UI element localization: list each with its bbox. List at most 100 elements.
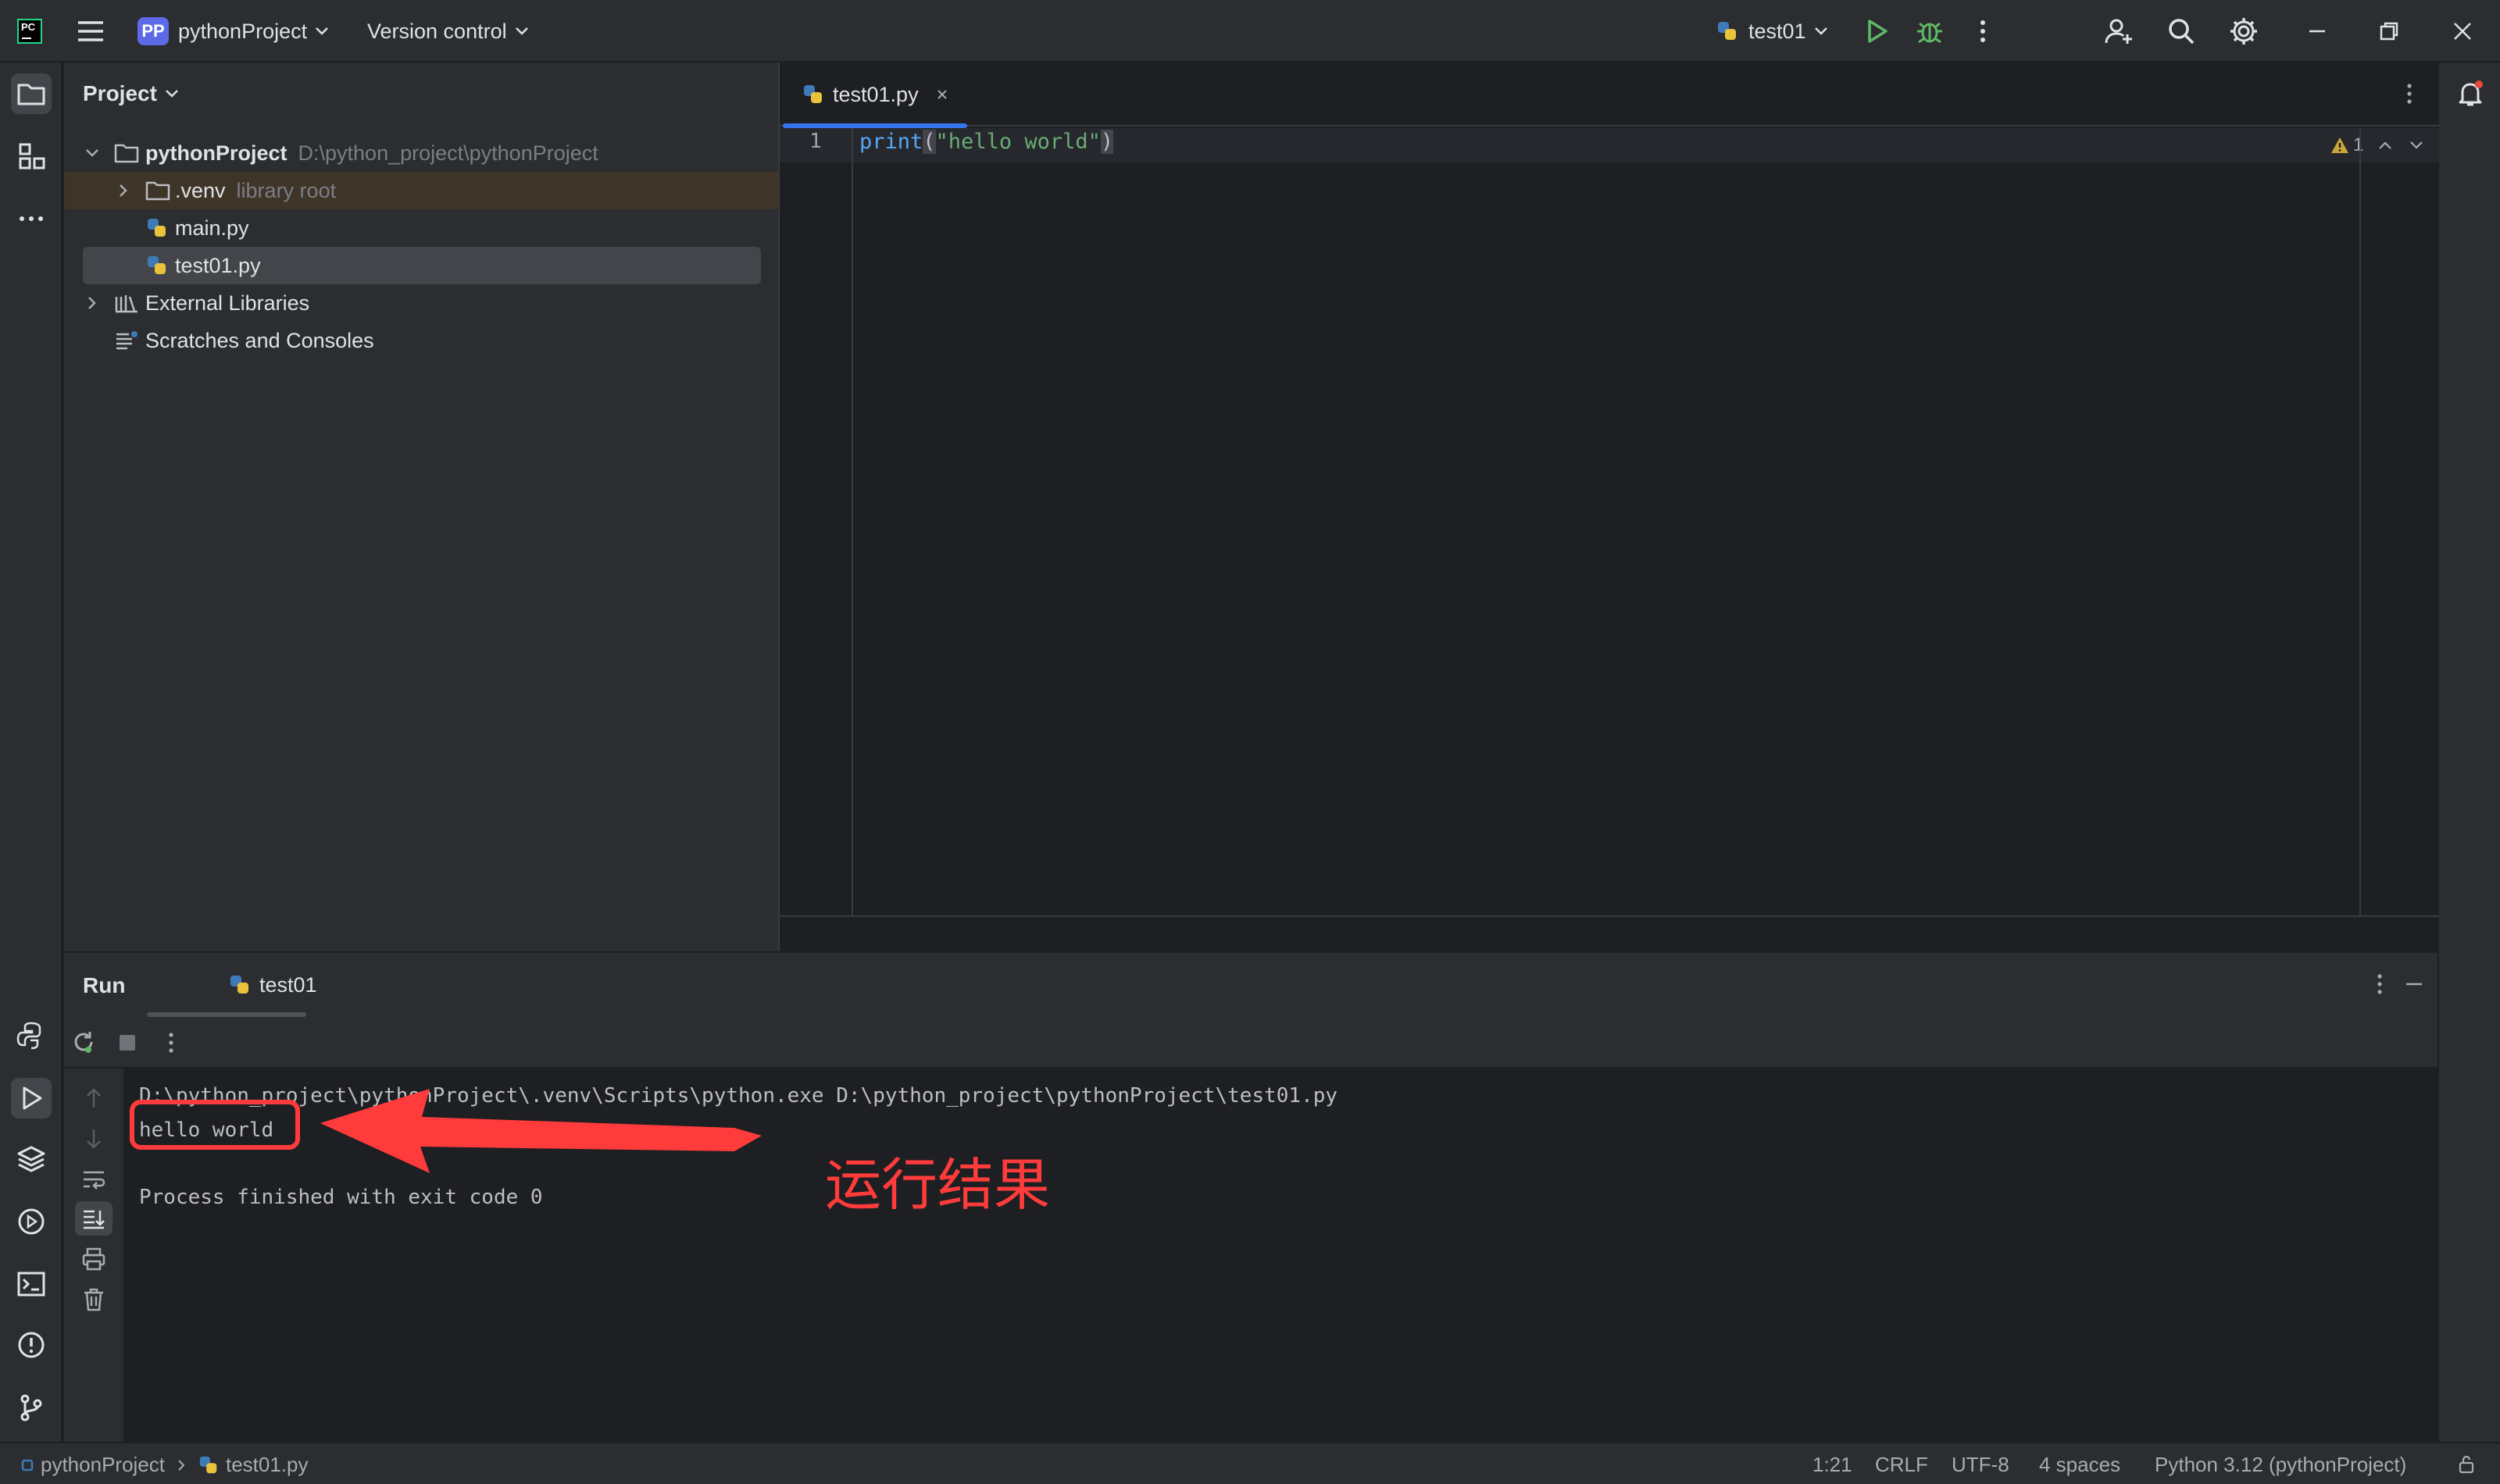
chevron-down-icon: [86, 149, 98, 157]
soft-wrap-button[interactable]: [80, 1165, 108, 1193]
rerun-icon: [74, 1032, 93, 1053]
scroll-up-button[interactable]: [80, 1084, 108, 1112]
restore-button[interactable]: [2373, 16, 2405, 47]
more-actions-button[interactable]: [1967, 16, 1998, 47]
line-number: 1: [809, 130, 822, 153]
project-switcher[interactable]: PP pythonProject: [138, 17, 329, 45]
print-button[interactable]: [80, 1245, 108, 1273]
settings-button[interactable]: [2228, 16, 2259, 47]
breadcrumb-project[interactable]: pythonProject: [41, 1453, 165, 1477]
run-more-button[interactable]: [156, 1028, 186, 1058]
services-icon: [18, 1208, 45, 1235]
version-control-menu[interactable]: Version control: [367, 17, 529, 45]
search-icon: [2169, 19, 2195, 45]
more-vertical-icon: [2407, 84, 2412, 104]
project-tool-button[interactable]: [11, 73, 52, 114]
rerun-button[interactable]: [69, 1028, 98, 1058]
bug-icon: [1917, 22, 1942, 44]
line-separator[interactable]: CRLF: [1875, 1453, 1928, 1477]
minimize-icon: [2406, 983, 2422, 986]
restore-icon: [2380, 22, 2398, 41]
run-options-button[interactable]: [2366, 970, 2394, 998]
git-branch-icon: [20, 1394, 42, 1422]
stop-button[interactable]: [112, 1028, 142, 1058]
structure-tool-button[interactable]: [11, 136, 52, 177]
python-interpreter[interactable]: Python 3.12 (pythonProject): [2155, 1453, 2406, 1477]
arrow-down-icon: [87, 1129, 101, 1149]
editor-area[interactable]: test01.py 1 print("hello world") 1: [778, 62, 2439, 951]
run-tool-button[interactable]: [11, 1078, 52, 1118]
python-file-icon: [199, 1456, 217, 1473]
add-user-icon: [2105, 19, 2132, 44]
code-with-me-button[interactable]: [2103, 16, 2134, 47]
tree-item-test01-py[interactable]: test01.py: [83, 247, 761, 284]
notifications-button[interactable]: [2450, 73, 2491, 114]
run-config-selector[interactable]: test01: [1716, 17, 1828, 45]
problems-button[interactable]: [11, 1325, 52, 1365]
run-tab-test01[interactable]: test01: [166, 953, 331, 1017]
scroll-to-end-icon: [84, 1210, 105, 1229]
chevron-right-icon: [178, 1459, 185, 1471]
tree-item-external-libraries[interactable]: External Libraries: [64, 284, 778, 322]
printer-icon: [82, 1247, 105, 1271]
inspection-widget[interactable]: 1: [2330, 134, 2424, 156]
venv-folder-hint: library root: [236, 178, 337, 202]
indent-setting[interactable]: 4 spaces: [2039, 1453, 2120, 1477]
debug-button[interactable]: [1914, 16, 1945, 47]
git-button[interactable]: [11, 1387, 52, 1428]
lock-button[interactable]: [2456, 1454, 2477, 1475]
run-button[interactable]: [1861, 16, 1892, 47]
close-window-button[interactable]: [2447, 16, 2478, 47]
stop-icon: [120, 1035, 135, 1051]
breadcrumb-file[interactable]: test01.py: [226, 1453, 309, 1477]
hide-panel-button[interactable]: [2400, 970, 2428, 998]
breadcrumb: pythonProject test01.py: [20, 1453, 309, 1477]
layers-icon: [17, 1146, 45, 1172]
more-vertical-icon: [1980, 20, 1985, 42]
bell-icon: [2459, 80, 2483, 106]
python-console-button[interactable]: [11, 1015, 52, 1056]
terminal-icon: [17, 1272, 45, 1297]
minimize-icon: [2309, 30, 2325, 33]
project-name: pythonProject: [178, 19, 308, 43]
main-menu-button[interactable]: [75, 16, 106, 47]
arrow-up-icon: [87, 1088, 101, 1108]
scroll-down-button[interactable]: [80, 1125, 108, 1153]
more-tools-button[interactable]: [11, 198, 52, 239]
file-name: test01.py: [175, 253, 261, 277]
project-panel-header[interactable]: Project: [83, 81, 179, 106]
minimize-button[interactable]: [2302, 16, 2333, 47]
tree-item-root[interactable]: pythonProject D:\python_project\pythonPr…: [64, 134, 778, 172]
warning-count: 1: [2353, 134, 2364, 155]
problems-icon: [18, 1332, 45, 1358]
tree-item-scratches[interactable]: Scratches and Consoles: [64, 322, 778, 359]
tree-item-main-py[interactable]: main.py: [64, 209, 778, 247]
wrap-icon: [84, 1171, 105, 1190]
caret-position[interactable]: 1:21: [1812, 1453, 1852, 1477]
run-config-label: test01: [1748, 19, 1806, 43]
python-packages-button[interactable]: [11, 1139, 52, 1179]
module-icon: [21, 1459, 34, 1471]
title-bar: PC PP pythonProject Version control test…: [0, 0, 2500, 62]
code-line-1[interactable]: print("hello world"): [859, 130, 1114, 154]
console-exit-line: Process finished with exit code 0: [139, 1186, 543, 1209]
library-icon: [115, 295, 138, 313]
editor-options-button[interactable]: [2395, 80, 2423, 108]
tab-test01-py[interactable]: test01.py: [780, 62, 967, 128]
chevron-down-icon[interactable]: [2409, 140, 2424, 151]
file-encoding[interactable]: UTF-8: [1952, 1453, 2009, 1477]
structure-icon: [19, 143, 45, 169]
python-file-icon: [1718, 22, 1736, 40]
clear-console-button[interactable]: [80, 1286, 108, 1314]
right-margin-guide: [2359, 128, 2361, 915]
services-button[interactable]: [11, 1201, 52, 1242]
chevron-up-icon[interactable]: [2377, 140, 2393, 151]
scratches-icon: [116, 331, 138, 350]
tree-item-venv[interactable]: .venv library root: [64, 172, 778, 209]
search-button[interactable]: [2166, 16, 2197, 47]
run-toolbar: [64, 1017, 2438, 1068]
run-tab-label: test01: [259, 972, 317, 997]
close-icon[interactable]: [934, 87, 950, 102]
scroll-to-end-button[interactable]: [75, 1201, 112, 1236]
terminal-button[interactable]: [11, 1264, 52, 1304]
